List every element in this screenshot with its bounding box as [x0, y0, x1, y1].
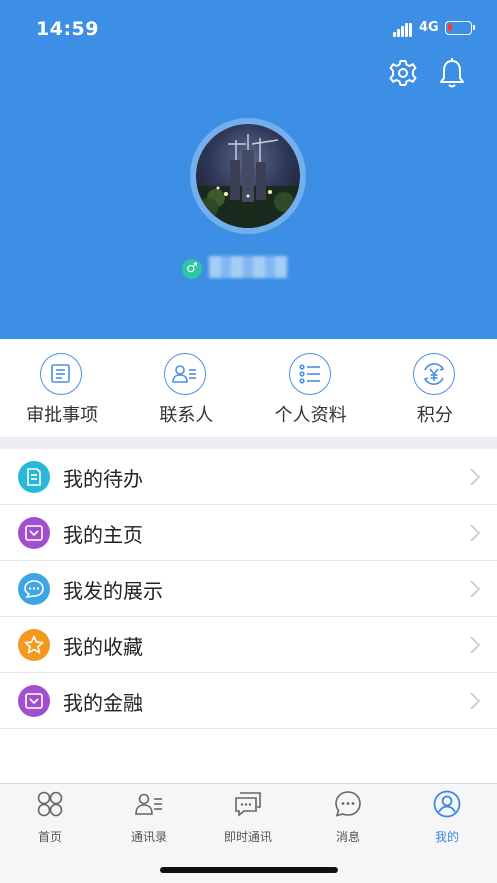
section-divider: [0, 437, 497, 449]
menu-item-todo[interactable]: 我的待办: [0, 449, 497, 505]
me-icon: [433, 790, 461, 818]
home-grid-icon: [37, 791, 63, 817]
chevron-right-icon: [470, 468, 480, 486]
quick-contacts[interactable]: 联系人: [124, 339, 248, 437]
avatar[interactable]: [196, 124, 300, 228]
quick-actions: 审批事项 联系人 个人资料 积分: [0, 339, 497, 437]
chevron-right-icon: [470, 692, 480, 710]
bottom-tab-bar: 首页 通讯录 即时通讯 消息 我的: [0, 783, 497, 883]
status-time: 14:59: [36, 18, 99, 40]
star-icon: [18, 629, 50, 661]
username-blurred: [209, 256, 287, 278]
gender-male-icon: ♂: [182, 259, 202, 279]
tab-instant-message[interactable]: 即时通讯: [203, 790, 293, 850]
home-indicator: [160, 867, 338, 873]
homepage-icon: [18, 517, 50, 549]
signal-icon: [393, 23, 413, 37]
menu-item-homepage[interactable]: 我的主页: [0, 505, 497, 561]
contacts-icon: [164, 353, 207, 395]
menu-list: 我的待办 我的主页 我发的展示 我的收藏 我的金融: [0, 449, 497, 729]
tab-address-book[interactable]: 通讯录: [104, 790, 194, 850]
todo-icon: [18, 461, 50, 493]
quick-points-label: 积分: [416, 405, 453, 426]
tab-messages-label: 消息: [335, 830, 360, 844]
tab-home[interactable]: 首页: [5, 790, 95, 850]
notification-bell-icon[interactable]: [436, 56, 468, 90]
quick-profile[interactable]: 个人资料: [249, 339, 373, 437]
menu-item-finance[interactable]: 我的金融: [0, 673, 497, 729]
settings-gear-icon[interactable]: [387, 56, 419, 90]
quick-approvals-label: 审批事项: [26, 405, 99, 426]
battery-icon: [445, 21, 475, 35]
document-list-icon: [40, 353, 83, 395]
tab-address-book-label: 通讯录: [130, 830, 167, 844]
chevron-right-icon: [470, 636, 480, 654]
quick-profile-label: 个人资料: [274, 405, 347, 426]
chat-bubble-icon: [18, 573, 50, 605]
quick-approvals[interactable]: 审批事项: [0, 339, 124, 437]
finance-icon: [18, 685, 50, 717]
chevron-right-icon: [470, 524, 480, 542]
menu-item-todo-label: 我的待办: [63, 467, 143, 491]
message-icon: [335, 791, 361, 817]
tab-home-label: 首页: [37, 830, 62, 844]
menu-item-my-showcase-label: 我发的展示: [63, 579, 163, 603]
tab-instant-message-label: 即时通讯: [223, 830, 272, 844]
network-type: 4G: [419, 20, 439, 35]
avatar-ring[interactable]: [190, 118, 306, 234]
menu-item-favorites-label: 我的收藏: [63, 635, 143, 659]
instant-message-icon: [235, 792, 261, 817]
chevron-right-icon: [470, 580, 480, 598]
profile-list-icon: [288, 353, 331, 395]
tab-me[interactable]: 我的: [402, 790, 492, 850]
quick-contacts-label: 联系人: [159, 405, 214, 426]
menu-item-favorites[interactable]: 我的收藏: [0, 617, 497, 673]
profile-header: 14:59 4G ♂: [0, 0, 497, 339]
menu-item-finance-label: 我的金融: [63, 691, 143, 715]
menu-item-my-showcase[interactable]: 我发的展示: [0, 561, 497, 617]
menu-item-homepage-label: 我的主页: [63, 523, 143, 547]
tab-messages[interactable]: 消息: [303, 790, 393, 850]
quick-points[interactable]: 积分: [373, 339, 497, 437]
points-yen-icon: [412, 353, 455, 395]
tab-me-label: 我的: [434, 830, 459, 844]
address-book-icon: [135, 793, 162, 815]
